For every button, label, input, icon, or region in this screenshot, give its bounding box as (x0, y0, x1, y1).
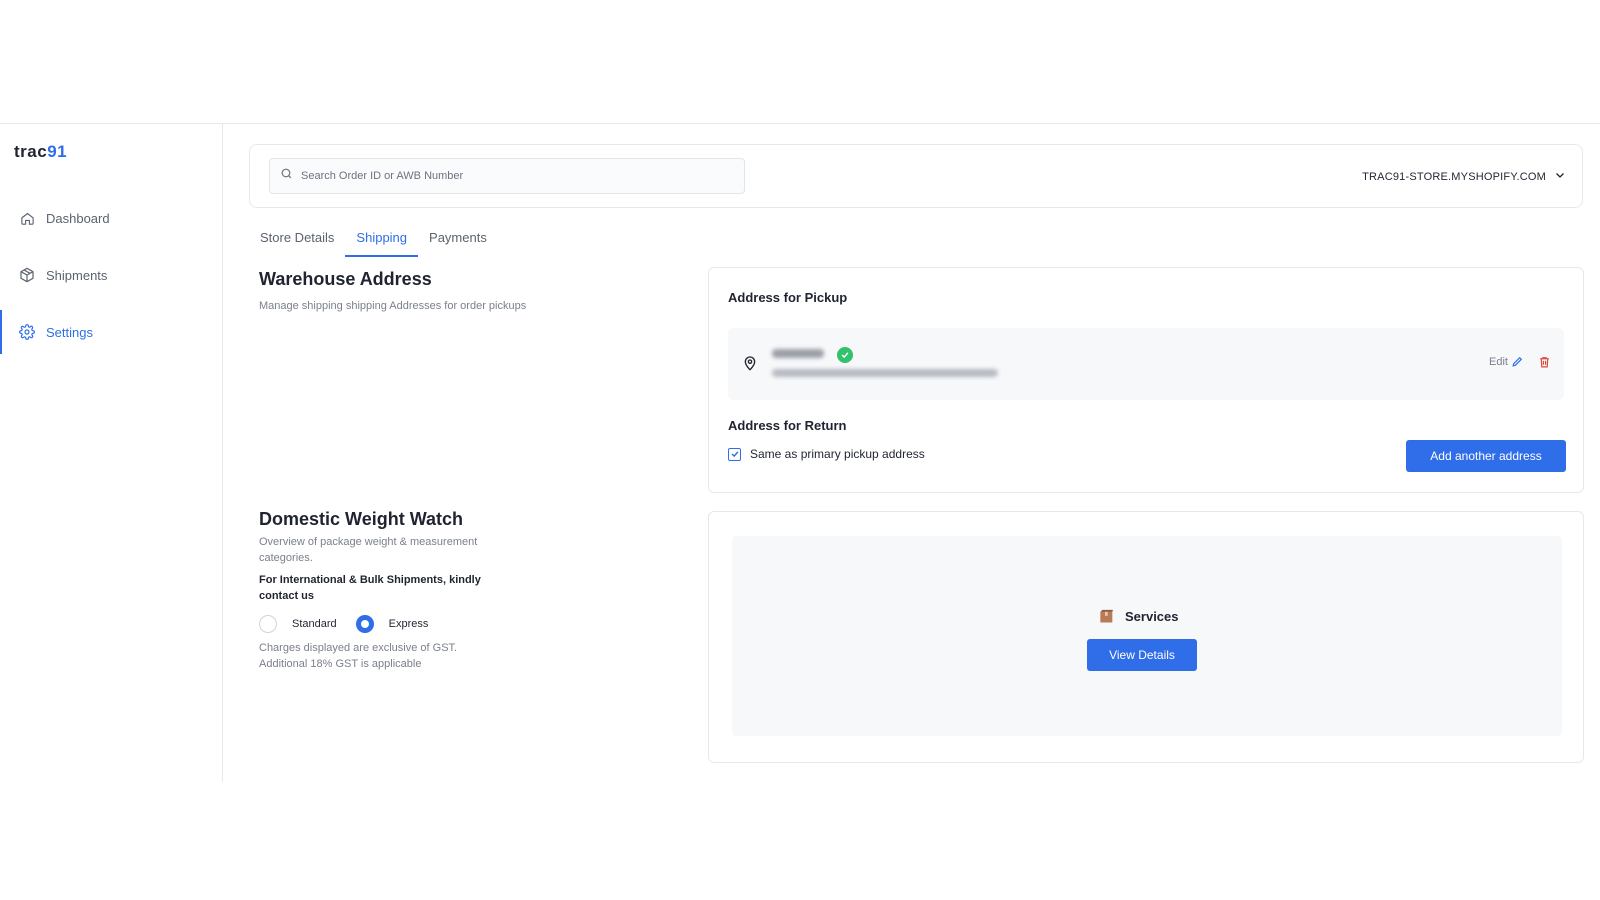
search-input[interactable] (301, 170, 721, 182)
package-icon (1099, 609, 1115, 624)
app-shell: trac91 Dashboard Shipments Settings Sear… (0, 123, 1600, 782)
edit-pencil-icon[interactable] (1511, 355, 1524, 373)
pickup-address-card: Address for Pickup Edit Address for Retu… (708, 267, 1584, 493)
bulk-shipments-note: For International & Bulk Shipments, kind… (259, 574, 481, 602)
address-line-redacted (772, 369, 998, 377)
warehouse-title: Warehouse Address (259, 269, 432, 289)
weight-watch-title: Domestic Weight Watch (259, 509, 464, 529)
return-address-title: Address for Return (728, 418, 847, 433)
sidebar-item-label: Settings (46, 324, 93, 340)
chevron-down-icon (1554, 169, 1566, 184)
home-icon (18, 209, 36, 227)
same-as-primary-checkbox[interactable] (728, 447, 741, 461)
express-radio[interactable] (355, 615, 374, 633)
sidebar-item-shipments[interactable]: Shipments (0, 253, 222, 297)
weight-option-group: Standard Express (259, 615, 428, 633)
services-card: Services View Details (708, 511, 1584, 763)
pickup-address-item: Edit (728, 328, 1564, 400)
address-name-redacted (772, 349, 824, 358)
pickup-address-title: Address for Pickup (728, 290, 848, 305)
express-label: Express (388, 618, 429, 630)
gst-note: Charges displayed are exclusive of GST. … (259, 642, 458, 670)
store-selector[interactable]: TRAC91-STORE.MYSHOPIFY.COM (1362, 169, 1566, 184)
same-as-primary-label: Same as primary pickup address (750, 447, 925, 461)
view-details-button[interactable]: View Details (1087, 639, 1197, 671)
sidebar-item-dashboard[interactable]: Dashboard (0, 196, 222, 240)
logo-accent: 91 (47, 142, 68, 161)
services-label: Services (1125, 609, 1179, 624)
delete-trash-icon[interactable] (1538, 355, 1551, 374)
standard-label: Standard (292, 618, 337, 630)
logo-text: trac (14, 142, 48, 161)
standard-radio[interactable] (259, 615, 277, 633)
sidebar-item-settings[interactable]: Settings (0, 310, 222, 354)
edit-address-link[interactable]: Edit (1489, 356, 1508, 368)
top-bar: TRAC91-STORE.MYSHOPIFY.COM (249, 144, 1583, 208)
search-box (269, 158, 745, 194)
location-pin-icon (742, 354, 758, 377)
tab-payments[interactable]: Payments (418, 224, 498, 257)
services-panel: Services View Details (732, 536, 1562, 736)
store-name: TRAC91-STORE.MYSHOPIFY.COM (1362, 170, 1546, 183)
sidebar-nav: Dashboard Shipments Settings (0, 196, 222, 367)
logo: trac91 (14, 142, 67, 162)
tab-shipping[interactable]: Shipping (345, 224, 419, 257)
sidebar-item-label: Dashboard (46, 210, 110, 226)
sidebar: trac91 Dashboard Shipments Settings (0, 124, 223, 782)
settings-tabs: Store Details Shipping Payments (249, 224, 498, 257)
services-heading: Services (1099, 609, 1179, 624)
tab-store-details[interactable]: Store Details (249, 224, 345, 257)
gear-icon (18, 323, 36, 341)
box-icon (18, 266, 36, 284)
sidebar-item-label: Shipments (46, 267, 108, 283)
weight-watch-description: Overview of package weight & measurement… (259, 536, 478, 564)
main-content: TRAC91-STORE.MYSHOPIFY.COM Store Details… (223, 124, 1600, 782)
search-icon (280, 167, 293, 185)
same-as-primary-row: Same as primary pickup address (728, 447, 925, 461)
warehouse-description: Manage shipping shipping Addresses for o… (259, 300, 527, 312)
verified-check-icon (837, 347, 853, 363)
add-another-address-button[interactable]: Add another address (1406, 440, 1566, 472)
